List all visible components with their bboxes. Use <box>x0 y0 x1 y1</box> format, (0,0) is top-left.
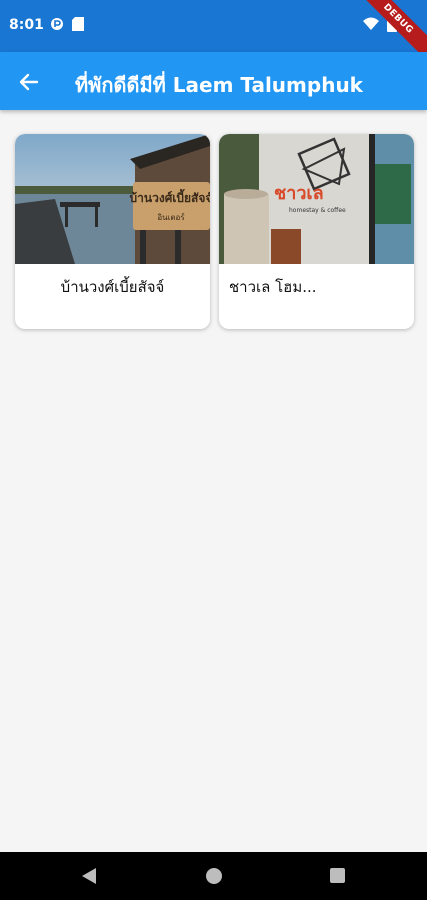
status-time: 8:01 <box>9 17 44 33</box>
accommodation-card[interactable]: ชาวเล homestay & coffee ชาวเล โฮม... <box>219 134 414 329</box>
card-title: บ้านวงศ์เบี้ยสัจจ์ <box>60 277 165 296</box>
svg-text:ชาวเล: ชาวเล <box>274 183 324 204</box>
back-button[interactable] <box>14 67 44 97</box>
card-title: ชาวเล โฮม... <box>229 277 317 296</box>
page-title: ที่พักดีดีมีที่ Laem Talumphuk <box>75 73 363 97</box>
arrow-left-icon <box>19 73 39 91</box>
navigation-bar <box>0 852 427 900</box>
status-bar: 8:01 DEBUG <box>0 0 427 65</box>
app-bar: ที่พักดีดีมีที่ Laem Talumphuk <box>0 52 427 110</box>
homestay-wall-sign-photo: ชาวเล homestay & coffee <box>219 134 414 264</box>
svg-text:homestay & coffee: homestay & coffee <box>289 207 346 214</box>
svg-text:อินเตอร์: อินเตอร์ <box>157 212 185 222</box>
nav-recents-icon[interactable] <box>330 868 345 883</box>
app-notification-icon <box>51 18 63 30</box>
waterfront-pier-photo: บ้านวงศ์เบี้ยสัจจ์ อินเตอร์ <box>15 134 210 264</box>
sd-card-icon <box>72 17 84 31</box>
nav-back-icon[interactable] <box>82 868 96 884</box>
svg-text:บ้านวงศ์เบี้ยสัจจ์: บ้านวงศ์เบี้ยสัจจ์ <box>130 188 210 205</box>
wifi-icon <box>363 17 379 30</box>
notification-icons <box>50 17 84 31</box>
nav-home-icon[interactable] <box>206 868 222 884</box>
accommodation-grid: บ้านวงศ์เบี้ยสัจจ์ อินเตอร์ บ้านวงศ์เบี้… <box>15 134 414 329</box>
accommodation-card[interactable]: บ้านวงศ์เบี้ยสัจจ์ อินเตอร์ บ้านวงศ์เบี้… <box>15 134 210 329</box>
